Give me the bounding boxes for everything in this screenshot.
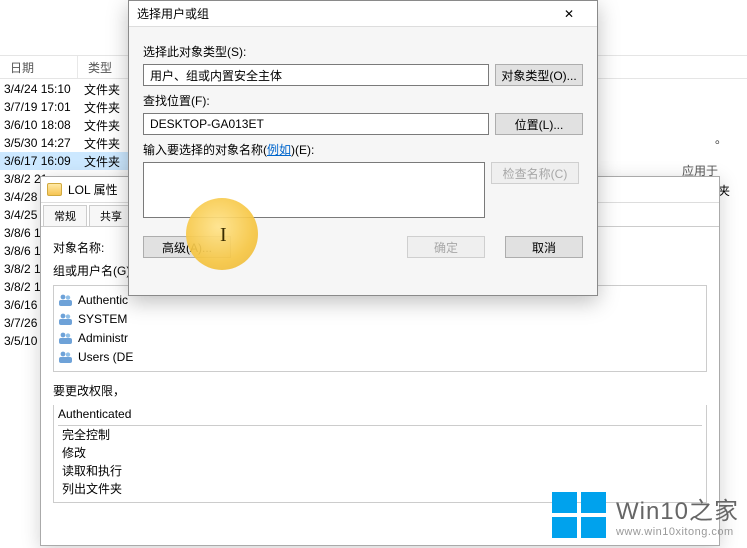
col-type[interactable]: 类型 [78, 56, 130, 78]
check-names-button: 检查名称(C) [491, 162, 579, 184]
principals-list[interactable]: Authentic SYSTEM Administr Users (DE [53, 285, 707, 372]
table-row[interactable]: 3/6/17 16:09文件夹 [0, 152, 140, 170]
permission-row: 完全控制 [58, 426, 702, 444]
object-type-field: 用户、组或内置安全主体 [143, 64, 489, 86]
select-users-titlebar[interactable]: 选择用户或组 ✕ [129, 1, 597, 27]
group-icon [58, 350, 74, 364]
col-date[interactable]: 日期 [0, 56, 78, 78]
select-users-title-text: 选择用户或组 [137, 5, 209, 22]
table-row[interactable]: 3/6/10 18:08文件夹 [0, 116, 140, 134]
tab-general[interactable]: 常规 [43, 205, 87, 226]
location-label: 查找位置(F): [143, 92, 583, 109]
group-icon [58, 293, 74, 307]
properties-title-text: LOL 属性 [68, 181, 118, 198]
object-type-label: 选择此对象类型(S): [143, 43, 583, 60]
principal-item[interactable]: SYSTEM [58, 310, 702, 328]
group-icon [58, 331, 74, 345]
table-row[interactable]: 3/7/19 17:01文件夹 [0, 98, 140, 116]
table-row[interactable]: 3/5/30 14:27文件夹 [0, 134, 140, 152]
watermark: Win10之家 www.win10xitong.com [552, 491, 739, 538]
ok-button: 确定 [407, 236, 485, 258]
location-field: DESKTOP-GA013ET [143, 113, 489, 135]
permissions-for-header: Authenticated [58, 405, 702, 426]
permission-row: 修改 [58, 444, 702, 462]
change-permissions-note: 要更改权限， [53, 382, 707, 399]
table-row[interactable]: 3/4/24 15:10文件夹 [0, 80, 140, 98]
principal-item[interactable]: Users (DE [58, 348, 702, 366]
group-icon [58, 312, 74, 326]
cancel-button[interactable]: 取消 [505, 236, 583, 258]
windows-logo-icon [552, 492, 606, 538]
example-link[interactable]: 例如 [267, 143, 291, 157]
cursor-highlight [186, 198, 258, 270]
permission-row: 读取和执行 [58, 462, 702, 480]
tab-share[interactable]: 共享 [89, 205, 132, 226]
principal-item[interactable]: Administr [58, 329, 702, 347]
folder-icon [47, 183, 62, 196]
object-names-label: 输入要选择的对象名称(例如)(E): [143, 141, 583, 158]
trailing-period: 。 [715, 130, 727, 147]
locations-button[interactable]: 位置(L)... [495, 113, 583, 135]
object-types-button[interactable]: 对象类型(O)... [495, 64, 583, 86]
close-button[interactable]: ✕ [549, 3, 589, 25]
